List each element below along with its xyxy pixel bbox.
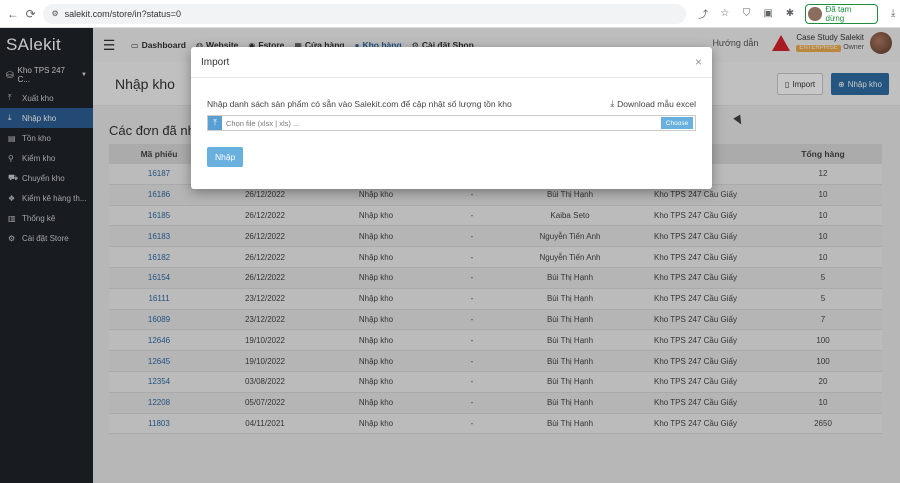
modal-header: Import × bbox=[191, 47, 712, 78]
reload-icon[interactable]: ⟳ bbox=[22, 5, 40, 23]
back-icon[interactable]: ← bbox=[4, 5, 22, 23]
star-icon[interactable]: ☆ bbox=[718, 7, 732, 21]
url-text: salekit.com/store/in?status=0 bbox=[64, 8, 181, 19]
profile-paused-button[interactable]: Đã tạm dừng bbox=[804, 3, 879, 24]
extension-download-icon[interactable]: ▣ bbox=[761, 7, 775, 21]
import-modal: Import × Nhập danh sách sản phẩm có sẵn … bbox=[191, 47, 712, 189]
address-bar[interactable]: ⚙ salekit.com/store/in?status=0 bbox=[43, 3, 687, 24]
file-input[interactable]: ⤒ Chọn file (xlsx | xls) ... Choose bbox=[207, 115, 696, 131]
download-label: Download mẫu excel bbox=[617, 98, 696, 109]
puzzle-icon[interactable]: ✱ bbox=[783, 7, 797, 21]
profile-avatar bbox=[807, 6, 822, 21]
share-icon[interactable]: ⤴ bbox=[696, 7, 710, 21]
paused-label: Đã tạm dừng bbox=[825, 4, 852, 23]
modal-title: Import bbox=[201, 56, 230, 68]
shield-icon[interactable]: ⛉ bbox=[740, 7, 754, 21]
download-icon: ⤓ bbox=[610, 98, 615, 108]
modal-description: Nhập danh sách sản phẩm có sẵn vào Salek… bbox=[207, 99, 512, 109]
submit-import-button[interactable]: Nhập bbox=[207, 147, 244, 167]
close-icon[interactable]: × bbox=[695, 55, 702, 69]
downloads-icon[interactable]: ⤓ bbox=[886, 7, 900, 21]
choose-file-button[interactable]: Choose bbox=[661, 117, 693, 129]
browser-toolbar: ← ⟳ ⚙ salekit.com/store/in?status=0 ⤴ ☆ … bbox=[0, 0, 900, 28]
file-placeholder: Chọn file (xlsx | xls) ... bbox=[226, 118, 300, 128]
upload-icon: ⤒ bbox=[208, 116, 222, 130]
download-template-link[interactable]: ⤓ Download mẫu excel bbox=[610, 98, 696, 109]
site-info-icon[interactable]: ⚙ bbox=[51, 9, 58, 18]
